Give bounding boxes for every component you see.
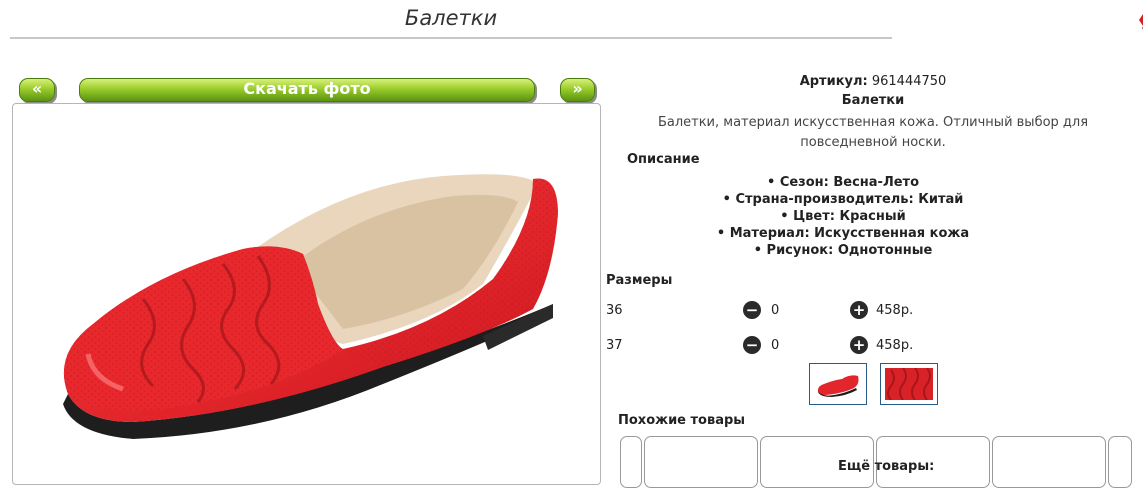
page-title: Балетки xyxy=(404,6,498,30)
similar-product-card[interactable] xyxy=(1108,436,1132,488)
shoe-image xyxy=(63,174,559,439)
size-value: 36 xyxy=(606,303,623,318)
more-products-heading: Ещё товары: xyxy=(838,459,935,474)
description-heading: Описание xyxy=(627,152,700,167)
similar-product-card[interactable] xyxy=(620,436,642,488)
quantity-value: 0 xyxy=(771,338,780,353)
similar-products-heading: Похожие товары xyxy=(618,413,746,428)
corner-decoration-icon xyxy=(1139,14,1143,30)
sku-line: Артикул: 961444750 xyxy=(603,74,1143,89)
quantity-value: 0 xyxy=(771,303,780,318)
size-row: 37 − 0 + 458р. xyxy=(606,336,1143,356)
property-season: Сезон: Весна-Лето xyxy=(603,174,1083,191)
size-row: 36 − 0 + 458р. xyxy=(606,301,1143,321)
title-divider xyxy=(10,37,892,39)
product-name: Балетки xyxy=(841,93,905,108)
texture-thumbnail-image xyxy=(885,367,933,401)
property-list: Сезон: Весна-Лето Страна-производитель: … xyxy=(603,174,1083,259)
plus-icon[interactable]: + xyxy=(850,336,868,354)
plus-icon[interactable]: + xyxy=(850,301,868,319)
product-photo[interactable] xyxy=(12,103,601,485)
similar-product-card[interactable] xyxy=(992,436,1106,488)
size-value: 37 xyxy=(606,338,623,353)
property-color: Цвет: Красный xyxy=(603,208,1083,225)
sku-label: Артикул: xyxy=(799,74,868,89)
shoe-thumbnail-image xyxy=(817,375,859,397)
thumbnail-shoe[interactable] xyxy=(809,363,867,405)
sizes-heading: Размеры xyxy=(606,273,673,288)
download-photo-button[interactable]: Скачать фото xyxy=(79,78,535,102)
size-price: 458р. xyxy=(876,338,914,353)
property-pattern: Рисунок: Однотонные xyxy=(603,242,1083,259)
minus-icon[interactable]: − xyxy=(743,336,761,354)
minus-icon[interactable]: − xyxy=(743,301,761,319)
similar-product-card[interactable] xyxy=(644,436,758,488)
prev-photo-button[interactable]: « xyxy=(19,78,55,102)
property-material: Материал: Искусственная кожа xyxy=(603,225,1083,242)
size-price: 458р. xyxy=(876,303,914,318)
sku-value: 961444750 xyxy=(871,74,947,89)
product-description: Балетки, материал искусственная кожа. От… xyxy=(657,115,1089,150)
thumbnail-texture[interactable] xyxy=(880,363,938,405)
property-country: Страна-производитель: Китай xyxy=(603,191,1083,208)
next-photo-button[interactable]: » xyxy=(560,78,595,102)
